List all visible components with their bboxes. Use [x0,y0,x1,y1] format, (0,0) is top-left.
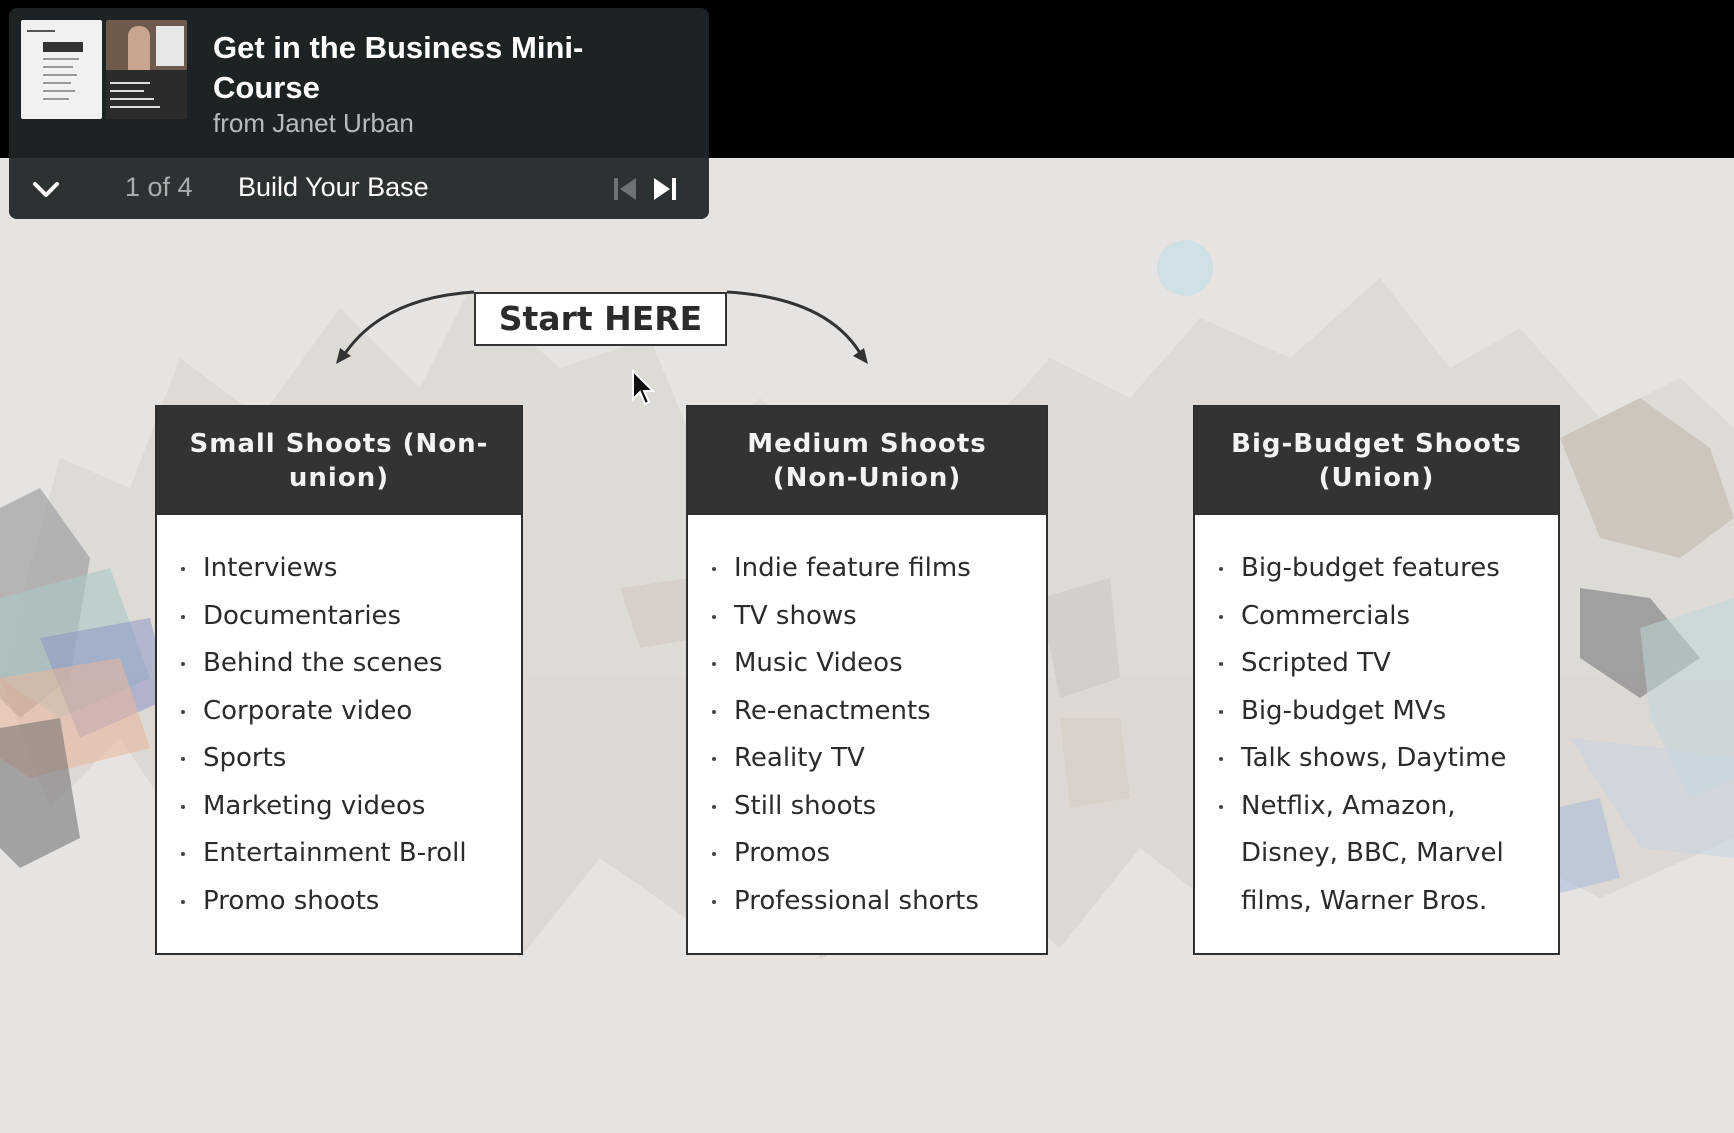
playlist-controls: 1 of 4 Build Your Base [9,158,709,219]
list-item: Big-budget features [1219,545,1558,593]
list-item: Scripted TV [1219,640,1558,688]
list-item: Interviews [181,545,521,593]
list-item: Reality TV [712,735,1046,783]
playlist-header[interactable]: Get in the Business Mini-Course from Jan… [9,8,709,158]
course-thumbnail [21,20,102,119]
playlist-panel: Get in the Business Mini-Course from Jan… [9,8,709,219]
list-item: Indie feature films [712,545,1046,593]
course-title[interactable]: Get in the Business Mini-Course [213,28,673,108]
chevron-down-icon[interactable] [29,172,63,206]
small-shoots-card: Small Shoots (Non-union) Interviews Docu… [155,405,523,955]
big-budget-shoots-card: Big-Budget Shoots (Union) Big-budget fea… [1193,405,1560,955]
course-thumbnail [106,20,187,119]
list-item: Professional shorts [712,878,1046,926]
list-item: Talk shows, Daytime [1219,735,1558,783]
list-item: Still shoots [712,783,1046,831]
list-item: Promos [712,830,1046,878]
medium-shoots-card: Medium Shoots (Non-Union) Indie feature … [686,405,1048,955]
list-item: Corporate video [181,688,521,736]
list-item: Music Videos [712,640,1046,688]
video-counter: 1 of 4 [125,172,193,202]
list-item: Big-budget MVs [1219,688,1558,736]
course-author[interactable]: from Janet Urban [213,108,414,139]
card-title: Big-Budget Shoots (Union) [1195,407,1558,515]
video-player[interactable]: Start HERE Small Shoots (Non-union) Inte… [0,158,1734,1133]
card-title: Medium Shoots (Non-Union) [688,407,1046,515]
list-item: Marketing videos [181,783,521,831]
card-list: Interviews Documentaries Behind the scen… [157,515,521,925]
list-item: Netflix, Amazon, Disney, BBC, Marvel fil… [1219,783,1558,926]
skip-previous-icon[interactable] [612,175,638,203]
card-list: Indie feature films TV shows Music Video… [688,515,1046,925]
list-item: TV shows [712,593,1046,641]
current-video-title[interactable]: Build Your Base [238,172,429,203]
card-title: Small Shoots (Non-union) [157,407,521,515]
list-item: Behind the scenes [181,640,521,688]
mouse-pointer-icon [632,369,656,406]
list-item: Re-enactments [712,688,1046,736]
card-list: Big-budget features Commercials Scripted… [1195,515,1558,925]
list-item: Documentaries [181,593,521,641]
list-item: Sports [181,735,521,783]
list-item: Commercials [1219,593,1558,641]
list-item: Entertainment B-roll [181,830,521,878]
skip-next-icon[interactable] [652,175,678,203]
list-item: Promo shoots [181,878,521,926]
start-here-label: Start HERE [474,292,727,346]
